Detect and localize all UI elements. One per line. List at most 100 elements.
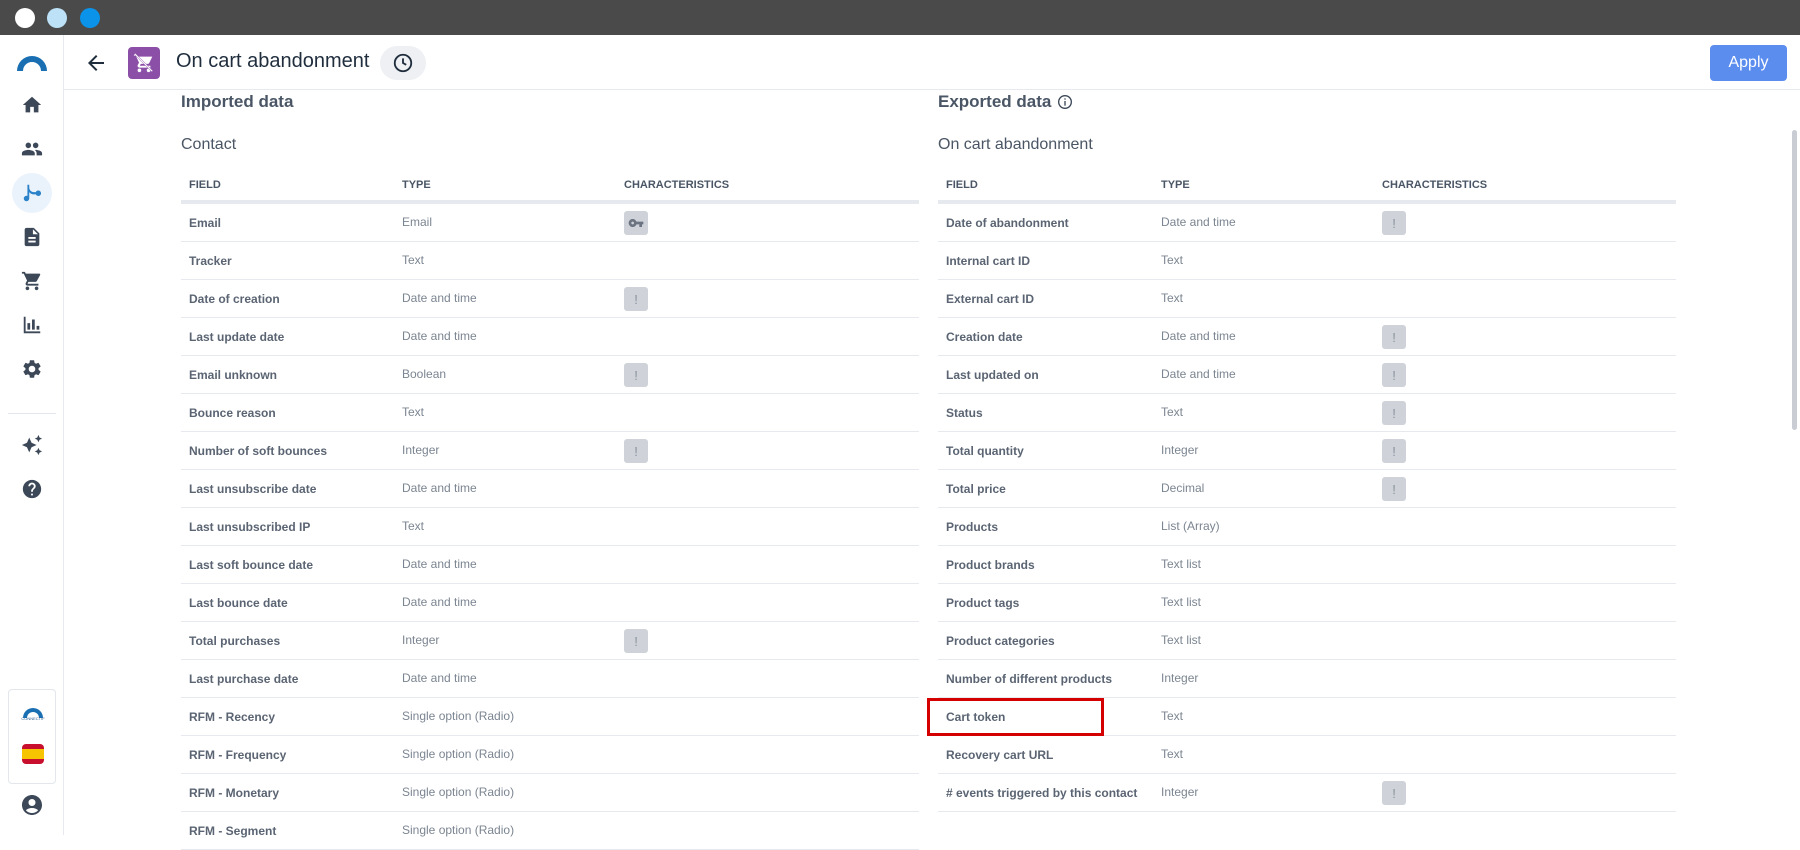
field-name: RFM - Frequency: [189, 748, 287, 762]
required-badge[interactable]: !: [1382, 325, 1406, 349]
field-name: # events triggered by this contact: [946, 786, 1138, 800]
sidebar-item-help[interactable]: [12, 469, 52, 509]
table-row: Number of soft bounces Integer!: [181, 432, 919, 470]
field-name: Creation date: [946, 330, 1023, 344]
key-icon[interactable]: [624, 211, 648, 235]
required-badge[interactable]: !: [1382, 439, 1406, 463]
field-name: Last unsubscribed IP: [189, 520, 311, 534]
column-header-characteristics: CHARACTERISTICS: [1382, 179, 1488, 191]
field-name: Last update date: [189, 330, 285, 344]
imported-data-subtitle: Contact: [181, 136, 237, 153]
sidebar-item-store[interactable]: [12, 261, 52, 301]
cart-remove-icon: [133, 53, 153, 73]
table-row: Last soft bounce date Date and time: [181, 546, 919, 584]
sidebar-item-settings[interactable]: [12, 349, 52, 389]
field-name: External cart ID: [946, 292, 1035, 306]
sidebar-item-content[interactable]: [12, 217, 52, 257]
bar-chart-icon: [23, 316, 41, 334]
apply-button[interactable]: Apply: [1710, 45, 1787, 81]
field-name: Last purchase date: [189, 672, 299, 686]
required-badge[interactable]: !: [1382, 363, 1406, 387]
table-row: Products List (Array): [938, 508, 1676, 546]
required-badge[interactable]: !: [624, 629, 648, 653]
window-close-button[interactable]: [15, 8, 35, 28]
column-header-field: FIELD: [946, 179, 978, 191]
table-row: Number of different products Integer: [938, 660, 1676, 698]
required-badge[interactable]: !: [624, 287, 648, 311]
field-type: Email: [402, 215, 433, 229]
vertical-scrollbar[interactable]: [1792, 130, 1797, 430]
field-type: Text: [1161, 291, 1184, 305]
table-header: FIELD TYPE CHARACTERISTICS: [181, 176, 919, 204]
column-header-type: TYPE: [402, 179, 431, 191]
required-badge[interactable]: !: [1382, 401, 1406, 425]
account-switcher[interactable]: CONNECTIF: [8, 689, 56, 784]
field-name: Product tags: [946, 596, 1020, 610]
required-badge[interactable]: !: [1382, 477, 1406, 501]
exported-data-title: Exported data: [938, 92, 1073, 112]
field-type: List (Array): [1161, 519, 1220, 533]
sidebar-item-contacts[interactable]: [12, 129, 52, 169]
sidebar-item-workflows[interactable]: [12, 173, 52, 213]
home-icon: [22, 96, 42, 113]
sidebar-item-home[interactable]: [12, 85, 52, 125]
exported-data-title-text: Exported data: [938, 92, 1052, 111]
sparkle-icon: [21, 434, 43, 456]
table-row: Last update date Date and time: [181, 318, 919, 356]
required-badge[interactable]: !: [1382, 211, 1406, 235]
field-type: Text: [1161, 405, 1184, 419]
window-maximize-button[interactable]: [80, 8, 100, 28]
table-row: Total price Decimal!: [938, 470, 1676, 508]
field-type: Boolean: [402, 367, 447, 381]
table-row: Date of creation Date and time!: [181, 280, 919, 318]
app-logo-icon[interactable]: [15, 53, 49, 73]
column-header-characteristics: CHARACTERISTICS: [624, 179, 730, 191]
field-type: Text: [402, 253, 425, 267]
clock-icon: [393, 53, 413, 73]
sidebar-item-reports[interactable]: [12, 305, 52, 345]
field-name: RFM - Segment: [189, 824, 277, 838]
sidebar-item-ai[interactable]: [12, 425, 52, 465]
help-icon: [22, 479, 42, 499]
field-type: Date and time: [1161, 215, 1236, 229]
table-row: Product categories Text list: [938, 622, 1676, 660]
table-row: Last unsubscribed IP Text: [181, 508, 919, 546]
brand-logo-text: CONNECTIF: [21, 716, 45, 721]
required-badge[interactable]: !: [1382, 781, 1406, 805]
table-row: Status Text!: [938, 394, 1676, 432]
back-arrow-icon[interactable]: [84, 51, 108, 75]
field-type: Text: [1161, 253, 1184, 267]
field-type: Single option (Radio): [402, 709, 515, 723]
table-row: RFM - Frequency Single option (Radio): [181, 736, 919, 774]
field-name: Email: [189, 216, 222, 230]
info-icon[interactable]: [1057, 94, 1073, 110]
required-badge[interactable]: !: [624, 439, 648, 463]
field-name: Number of soft bounces: [189, 444, 328, 458]
field-name: RFM - Monetary: [189, 786, 279, 800]
required-badge[interactable]: !: [624, 363, 648, 387]
window-minimize-button[interactable]: [47, 8, 67, 28]
table-row: Internal cart ID Text: [938, 242, 1676, 280]
field-type: Text: [402, 519, 425, 533]
imported-data-title: Imported data: [181, 92, 293, 112]
field-type: Text list: [1161, 557, 1202, 571]
table-row: RFM - Segment Single option (Radio): [181, 812, 919, 850]
spain-flag-icon[interactable]: [22, 744, 44, 764]
table-row: Creation date Date and time!: [938, 318, 1676, 356]
field-type: Integer: [1161, 785, 1199, 799]
field-type: Date and time: [402, 329, 477, 343]
table-row: Last updated on Date and time!: [938, 356, 1676, 394]
field-name: Last updated on: [946, 368, 1039, 382]
field-type: Date and time: [402, 481, 477, 495]
history-button[interactable]: [380, 46, 426, 80]
field-name: Bounce reason: [189, 406, 276, 420]
table-row: Last bounce date Date and time: [181, 584, 919, 622]
field-type: Date and time: [402, 557, 477, 571]
highlight-box: [927, 698, 1104, 736]
sidebar: CONNECTIF: [0, 35, 64, 835]
page-title: On cart abandonment: [176, 50, 370, 72]
field-type: Text list: [1161, 633, 1202, 647]
user-account-icon[interactable]: [20, 793, 44, 817]
field-name: Total purchases: [189, 634, 281, 648]
table-row: Product tags Text list: [938, 584, 1676, 622]
